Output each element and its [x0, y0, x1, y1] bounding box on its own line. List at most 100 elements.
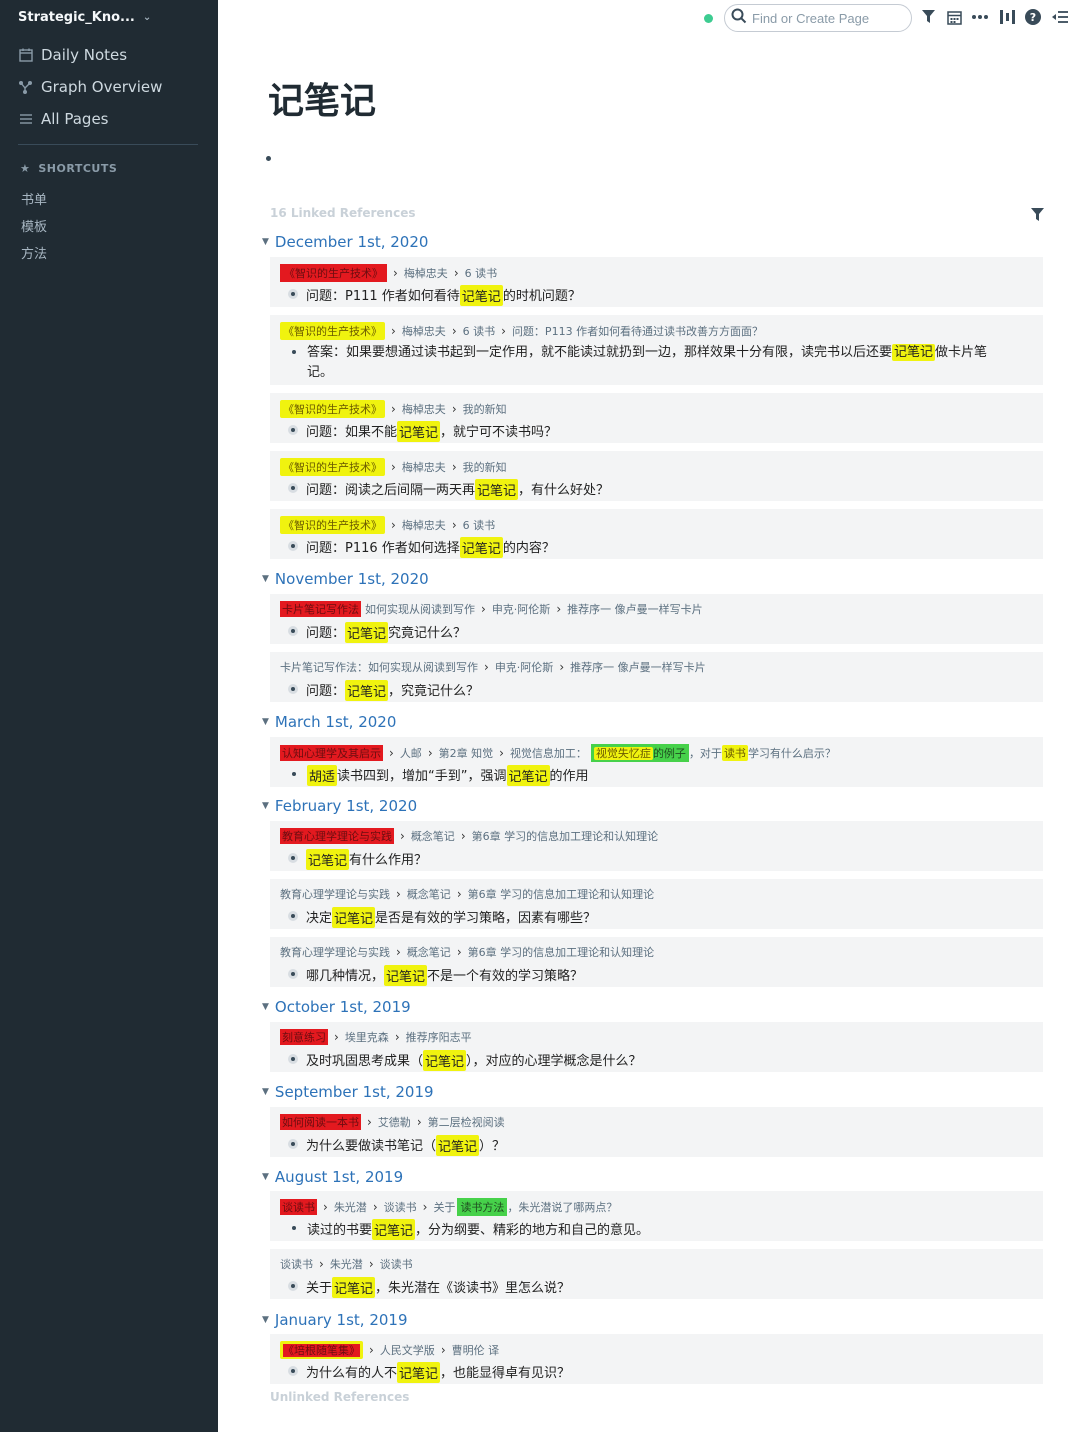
breadcrumb-item[interactable]: 梅棹忠夫 [404, 265, 448, 281]
block-text[interactable]: 胡适 读书四到，增加“手到”，强调 记笔记 的作用 [288, 765, 589, 786]
breadcrumb-item[interactable]: 第二层检视阅读 [428, 1114, 505, 1130]
breadcrumb-item[interactable]: 概念笔记 [407, 886, 451, 902]
caret-down-icon[interactable]: ▼ [262, 1087, 269, 1097]
calendar-icon[interactable] [945, 8, 963, 26]
breadcrumb-page[interactable]: 《智识的生产技术》 [280, 264, 387, 282]
page-link[interactable]: 记笔记 [372, 1219, 416, 1240]
page-link[interactable]: 记笔记 [345, 680, 389, 701]
caret-down-icon[interactable]: ▼ [262, 1002, 269, 1012]
page-link[interactable]: 记笔记 [306, 849, 350, 870]
bullet-collapsed-icon[interactable] [288, 853, 298, 863]
bullet-collapsed-icon[interactable] [288, 1139, 298, 1149]
date-link[interactable]: February 1st, 2020 [275, 797, 417, 815]
block-text[interactable]: 问题：如果不能 记笔记 ，就宁可不读书吗？ [288, 421, 557, 442]
breadcrumb-page[interactable]: 教育心理学理论与实践 [280, 886, 390, 902]
date-group-header[interactable]: ▼ August 1st, 2019 [262, 1168, 403, 1186]
block-text[interactable]: 问题：P116 作者如何选择 记笔记 的内容？ [288, 537, 555, 558]
bullet-collapsed-icon[interactable] [288, 425, 298, 435]
unlinked-references-heading[interactable]: Unlinked References [270, 1390, 409, 1404]
date-link[interactable]: December 1st, 2020 [275, 233, 429, 251]
breadcrumb-page[interactable]: 《智识的生产技术》 [280, 400, 385, 418]
breadcrumb-item[interactable]: 6 读书 [463, 517, 496, 533]
breadcrumb-item[interactable]: 第6章 学习的信息加工理论和认知理论 [468, 886, 655, 902]
page-link[interactable]: 记笔记 [397, 421, 441, 442]
page-link[interactable]: 记笔记 [892, 344, 936, 361]
breadcrumb-item[interactable]: 6 读书 [463, 323, 496, 339]
block-text[interactable]: 为什么要做读书笔记（ 记笔记）？ [288, 1135, 505, 1156]
breadcrumb-item[interactable]: 关于 [433, 1199, 455, 1215]
search-box[interactable] [724, 4, 912, 32]
block-text[interactable]: 问题：P111 作者如何看待 记笔记 的时机问题？ [288, 285, 581, 306]
breadcrumb-item[interactable]: 推荐序一 像卢曼一样写卡片 [570, 659, 706, 675]
caret-down-icon[interactable]: ▼ [262, 1315, 269, 1325]
help-icon[interactable]: ? [1024, 8, 1042, 26]
page-link[interactable]: 记笔记 [423, 1050, 467, 1071]
date-link[interactable]: September 1st, 2019 [275, 1083, 434, 1101]
page-link[interactable]: 记笔记 [384, 965, 428, 986]
breadcrumb-item[interactable]: 梅棹忠夫 [402, 401, 446, 417]
filter-icon[interactable] [919, 8, 937, 26]
empty-block-bullet[interactable] [266, 156, 271, 161]
sidebar-item-daily-notes[interactable]: Daily Notes [18, 46, 127, 64]
page-link[interactable]: 记笔记 [459, 537, 503, 558]
block-text[interactable]: 问题： 记笔记 究竟记什么？ [288, 622, 466, 643]
block-text[interactable]: 记笔记 有什么作用？ [288, 849, 427, 870]
breadcrumb-item[interactable]: 艾德勒 [378, 1114, 411, 1130]
linked-references-heading[interactable]: 16 Linked References [270, 206, 415, 220]
breadcrumb-item[interactable]: 6 读书 [465, 265, 498, 281]
breadcrumb-item[interactable]: 谈读书 [384, 1199, 417, 1215]
date-link[interactable]: March 1st, 2020 [275, 713, 396, 731]
block-text[interactable]: 哪几种情况， 记笔记 不是一个有效的学习策略？ [288, 965, 583, 986]
breadcrumb-item[interactable]: 我的新知 [463, 401, 507, 417]
breadcrumb-item[interactable]: 梅棹忠夫 [402, 323, 446, 339]
bullet-collapsed-icon[interactable] [288, 483, 298, 493]
breadcrumb-page-link[interactable]: 视觉失忆症 的例子 [590, 744, 689, 762]
page-link[interactable]: 记笔记 [506, 765, 550, 786]
breadcrumb-page[interactable]: 教育心理学理论与实践 [280, 828, 394, 844]
breadcrumb-item[interactable]: 朱光潜 [334, 1199, 367, 1215]
page-link[interactable]: 《培根随笔集》 [283, 1344, 360, 1357]
bullet-collapsed-icon[interactable] [288, 541, 298, 551]
page-link[interactable]: 记笔记 [397, 1362, 441, 1383]
breadcrumb-item[interactable]: 概念笔记 [407, 944, 451, 960]
page-link[interactable]: 记笔记 [436, 1135, 480, 1156]
breadcrumb-page[interactable]: 如何阅读一本书 [280, 1114, 361, 1130]
breadcrumb-item[interactable]: 推荐序一 像卢曼一样写卡片 [567, 601, 703, 617]
columns-icon[interactable] [998, 8, 1016, 26]
search-input[interactable] [752, 10, 902, 26]
caret-down-icon[interactable]: ▼ [262, 574, 269, 584]
breadcrumb-page[interactable]: 《智识的生产技术》 [280, 516, 385, 534]
breadcrumb-item[interactable]: 申克·阿伦斯 [495, 659, 554, 675]
date-group-header[interactable]: ▼ November 1st, 2020 [262, 570, 429, 588]
sidebar-item-graph-overview[interactable]: Graph Overview [18, 78, 162, 96]
bullet-collapsed-icon[interactable] [288, 626, 298, 636]
breadcrumb-item[interactable]: 人民文学版 [380, 1342, 435, 1358]
breadcrumb-page[interactable]: 《培根随笔集》 [280, 1341, 363, 1359]
date-group-header[interactable]: ▼ September 1st, 2019 [262, 1083, 434, 1101]
bullet-collapsed-icon[interactable] [288, 1281, 298, 1291]
breadcrumb-item[interactable]: 如何实现从阅读到写作 [365, 601, 475, 617]
block-text[interactable]: 问题：阅读之后间隔一两天再 记笔记 ，有什么好处？ [288, 479, 609, 500]
date-link[interactable]: August 1st, 2019 [275, 1168, 403, 1186]
breadcrumb-page[interactable]: 卡片笔记写作法 [280, 601, 361, 617]
breadcrumb-item[interactable]: 梅棹忠夫 [402, 517, 446, 533]
breadcrumb-item[interactable]: 我的新知 [463, 459, 507, 475]
date-group-header[interactable]: ▼ February 1st, 2020 [262, 797, 417, 815]
page-link[interactable]: 记笔记 [345, 622, 389, 643]
bullet-collapsed-icon[interactable] [288, 684, 298, 694]
page-link[interactable]: 记笔记 [332, 1277, 376, 1298]
bullet-icon[interactable] [292, 772, 296, 776]
date-link[interactable]: January 1st, 2019 [275, 1311, 408, 1329]
more-icon[interactable] [971, 8, 989, 26]
caret-down-icon[interactable]: ▼ [262, 801, 269, 811]
caret-down-icon[interactable]: ▼ [262, 1172, 269, 1182]
block-text[interactable]: 关于 记笔记 ，朱光潜在《谈读书》里怎么说？ [288, 1277, 570, 1298]
breadcrumb-page[interactable]: 《智识的生产技术》 [280, 322, 385, 340]
caret-down-icon[interactable]: ▼ [262, 717, 269, 727]
breadcrumb-item[interactable]: 谈读书 [380, 1256, 413, 1272]
right-sidebar-toggle-icon[interactable] [1051, 8, 1069, 26]
bullet-icon[interactable] [292, 350, 296, 354]
bullet-collapsed-icon[interactable] [288, 289, 298, 299]
date-link[interactable]: October 1st, 2019 [275, 998, 411, 1016]
breadcrumb-item[interactable]: 曹明伦 译 [452, 1342, 500, 1358]
